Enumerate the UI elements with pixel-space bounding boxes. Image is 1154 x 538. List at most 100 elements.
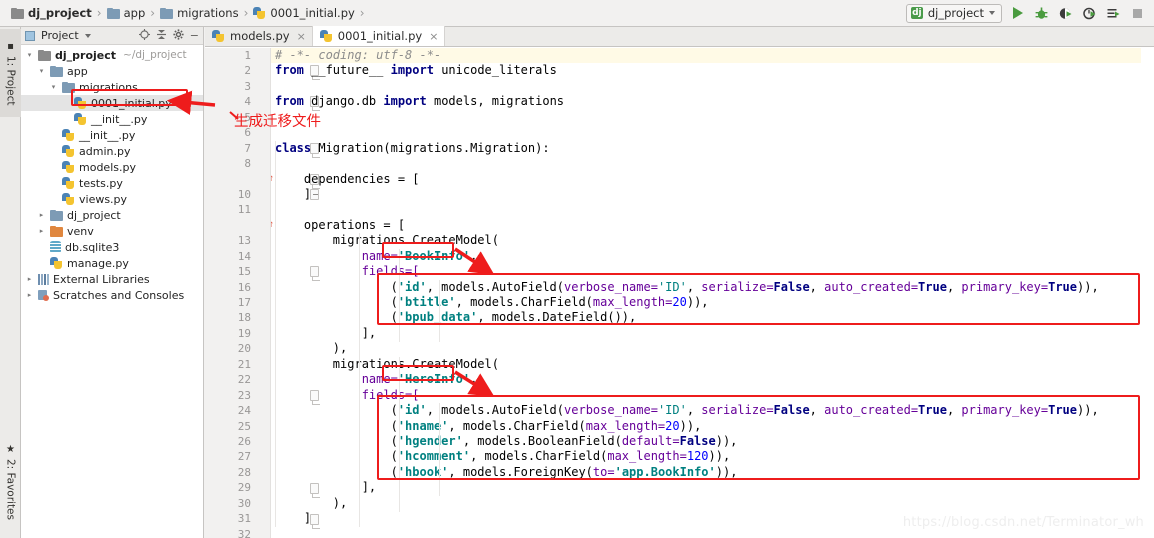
code-line[interactable]: class Migration(migrations.Migration): [271,141,1154,156]
breadcrumb-item-0001-initial-py[interactable]: 0001_initial.py [249,3,358,23]
code-editor[interactable]: 1 2 3 4 5 6 7 8 ↑ 10 11 ↑ 13 14 15 16 17 18 19 20 21 22 23 24 25… [205,48,1154,538]
tree-item--init-py[interactable]: __init__.py [21,127,203,143]
code-line[interactable]: operations = [ [271,218,1154,233]
code-line[interactable]: fields=[ [271,264,1154,279]
python-file-icon [74,112,87,126]
code-line[interactable]: ), [271,341,1154,356]
close-icon[interactable]: × [429,30,438,43]
profile-button[interactable] [1081,5,1098,22]
tree-item-0001-initial-py[interactable]: 0001_initial.py [21,95,203,111]
run-with-console-button[interactable] [1105,5,1122,22]
tree-item-db-sqlite3[interactable]: db.sqlite3 [21,239,203,255]
tree-item-models-py[interactable]: models.py [21,159,203,175]
code-token: 'hgender' [397,433,463,448]
indent-guide [439,279,440,342]
code-line[interactable]: fields=[ [271,388,1154,403]
collapse-all-icon[interactable] [156,29,167,42]
tree-item-scratches-and-consoles[interactable]: ▸ Scratches and Consoles [21,287,203,303]
chevron-down-icon[interactable] [84,33,91,38]
code-token: migrations.CreateModel( [275,233,499,248]
breadcrumb-item-app[interactable]: app [103,3,150,23]
code-line[interactable]: from django.db import models, migrations [271,94,1154,109]
locate-icon[interactable] [138,29,150,42]
run-coverage-button[interactable] [1057,5,1074,22]
tree-item-tests-py[interactable]: tests.py [21,175,203,191]
tree-item-migrations[interactable]: ▾ migrations [21,79,203,95]
code-line[interactable]: ), [271,496,1154,511]
code-line[interactable]: name='BookInfo', [271,249,1154,264]
chevron-right-icon[interactable]: ▸ [37,227,46,235]
code-token: True [1048,403,1078,418]
tool-window-strip-left: ▪ 1: Project ★ 2: Favorites [0,27,21,538]
code-line[interactable]: ] [271,187,1154,202]
code-token: ( [275,403,398,418]
tool-window-button-project[interactable]: ▪ 1: Project [0,29,21,117]
tree-item--init-py[interactable]: __init__.py [21,111,203,127]
run-config-label: dj_project [927,6,984,20]
chevron-down-icon[interactable]: ▾ [37,67,46,75]
tree-item-external-libraries[interactable]: ▸ External Libraries [21,271,203,287]
code-token: default= [621,433,680,448]
editor-tab-models-py[interactable]: models.py × [205,26,313,46]
close-icon[interactable]: × [297,30,306,43]
code-line[interactable] [271,79,1154,94]
line-number: 15 [237,265,251,279]
code-line[interactable]: dependencies = [ [271,172,1154,187]
tree-item-dj-project[interactable]: ▾ dj_project ~/dj_project [21,47,203,63]
settings-gear-icon[interactable] [173,29,184,42]
code-token: , [686,403,702,418]
breadcrumb-item-migrations[interactable]: migrations [156,3,243,23]
code-token: , models.BooleanField( [462,433,622,448]
hide-panel-icon[interactable]: − [190,30,199,41]
code-line[interactable]: # -*- coding: utf-8 -*- [271,48,1154,64]
code-token: primary_key= [961,279,1049,294]
code-token: verbose_name= [564,403,658,418]
tree-item-views-py[interactable]: views.py [21,191,203,207]
code-line[interactable]: migrations.CreateModel( [271,357,1154,372]
code-line[interactable]: ('hcomment', models.CharField(max_length… [271,449,1154,464]
chevron-right-icon[interactable]: ▸ [25,291,34,299]
chevron-down-icon[interactable]: ▾ [49,83,58,91]
tree-item-path: ~/dj_project [123,49,187,61]
run-configuration-selector[interactable]: dj dj_project [905,3,1002,23]
code-line[interactable]: name='HeroInfo', [271,372,1154,387]
code-line[interactable]: from __future__ import unicode_literals [271,63,1154,78]
chevron-right-icon[interactable]: ▸ [25,275,34,283]
tree-item-app[interactable]: ▾ app [21,63,203,79]
code-line[interactable] [271,156,1154,171]
project-tool-window: Project − ▾ dj_project ~/dj_project ▾ app ▾ mi… [21,27,204,538]
code-line[interactable]: ('id', models.AutoField(verbose_name='ID… [271,280,1154,295]
code-line[interactable]: ], [271,480,1154,495]
run-button[interactable] [1009,5,1026,22]
tree-item-label: venv [67,224,94,238]
tree-item-label: dj_project [67,208,121,222]
stop-button[interactable] [1129,5,1146,22]
breadcrumb-separator: › [359,6,365,20]
line-number: 28 [237,465,251,479]
code-text[interactable]: # -*- coding: utf-8 -*- from __future__ i… [271,48,1154,538]
code-line[interactable] [271,110,1154,125]
code-token: migrations.CreateModel( [275,356,499,371]
code-line[interactable]: ('hname', models.CharField(max_length=20… [271,419,1154,434]
chevron-right-icon[interactable]: ▸ [37,211,46,219]
code-line[interactable]: ('btitle', models.CharField(max_length=2… [271,295,1154,310]
code-line[interactable]: ('hgender', models.BooleanField(default=… [271,434,1154,449]
code-line[interactable]: ('hbook', models.ForeignKey(to='app.Book… [271,465,1154,480]
editor-right-margin [1141,48,1154,538]
tree-item-admin-py[interactable]: admin.py [21,143,203,159]
tool-window-button-favorites[interactable]: ★ 2: Favorites [0,430,21,534]
tree-item-dj-project[interactable]: ▸ dj_project [21,207,203,223]
debug-button[interactable] [1033,5,1050,22]
code-line[interactable]: ('id', models.AutoField(verbose_name='ID… [271,403,1154,418]
tree-item-venv[interactable]: ▸ venv [21,223,203,239]
editor-tab-0001-initial-py[interactable]: 0001_initial.py × [312,26,446,46]
breadcrumb-item-dj-project[interactable]: dj_project [7,3,96,23]
chevron-down-icon[interactable]: ▾ [25,51,34,59]
code-token: 'hbook' [397,464,449,479]
tree-item-manage-py[interactable]: manage.py [21,255,203,271]
code-line[interactable] [271,125,1154,140]
code-line[interactable]: migrations.CreateModel( [271,233,1154,248]
code-line[interactable]: ], [271,326,1154,341]
code-line[interactable]: ('bpub_data', models.DateField()), [271,310,1154,325]
code-line[interactable] [271,202,1154,217]
